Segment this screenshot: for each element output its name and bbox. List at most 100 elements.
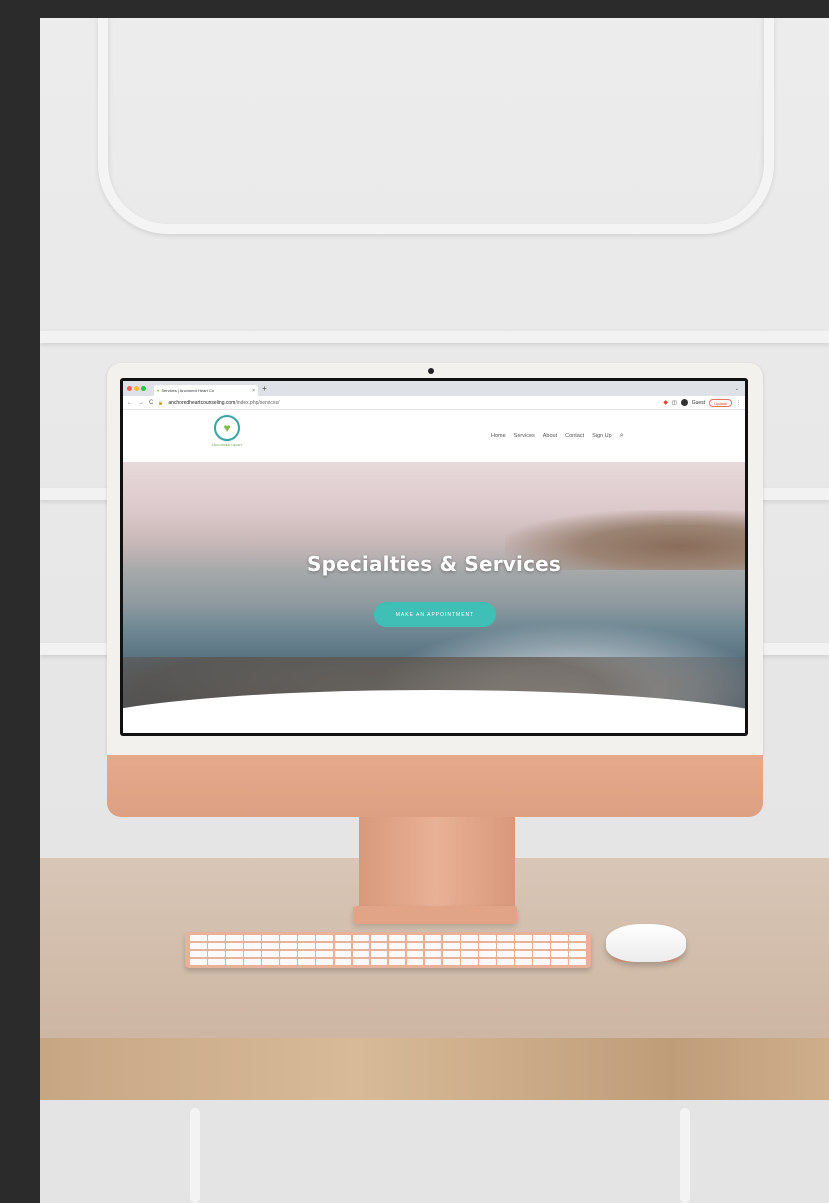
keyboard-key — [461, 958, 478, 965]
keyboard-key — [461, 935, 478, 942]
keyboard-key — [352, 942, 370, 950]
keyboard-key — [298, 958, 315, 965]
imac-stand-foot — [353, 906, 517, 924]
keyboard-key — [551, 942, 568, 950]
keyboard-key — [226, 935, 243, 942]
site-nav: Home Services About Contact Sign Up ⌕ — [491, 432, 624, 440]
keyboard-key — [244, 950, 261, 958]
nav-contact[interactable]: Contact — [565, 433, 584, 439]
more-menu-icon[interactable]: ⋮ — [736, 400, 741, 406]
keyboard-key — [262, 935, 279, 942]
keyboard-key — [442, 958, 460, 965]
keyboard-key — [280, 950, 297, 958]
reload-icon[interactable]: C — [149, 400, 153, 406]
search-icon[interactable]: ⌕ — [620, 432, 624, 440]
keyboard-key — [479, 950, 496, 958]
keyboard-key — [551, 950, 568, 958]
keyboard — [185, 932, 591, 968]
keyboard-key — [533, 950, 550, 958]
logo-text: ANCHORED HEART — [211, 443, 243, 447]
imac-screen: ♥ Services | Anchored Heart Co × + ⌄ ← →… — [120, 378, 748, 736]
keyboard-key — [461, 942, 478, 950]
keyboard-key — [262, 958, 279, 965]
keyboard-key — [442, 950, 460, 958]
forward-icon[interactable]: → — [138, 400, 144, 406]
keyboard-key — [515, 942, 532, 950]
keyboard-key — [388, 950, 406, 958]
desk-edge — [40, 1038, 829, 1100]
nav-sign-up[interactable]: Sign Up — [592, 433, 612, 439]
keyboard-key — [298, 950, 315, 958]
chair-leg — [680, 1108, 690, 1203]
profile-avatar-icon[interactable] — [680, 399, 688, 406]
keyboard-key — [190, 935, 207, 942]
keyboard-key — [190, 950, 207, 958]
heart-logo-icon: ♥ — [214, 415, 240, 441]
keyboard-key — [208, 958, 225, 965]
keyboard-key — [334, 950, 352, 958]
extension-icon[interactable]: ◆ — [663, 399, 668, 406]
wall-rail — [40, 331, 829, 343]
keyboard-key — [479, 935, 496, 942]
nav-home[interactable]: Home — [491, 433, 506, 439]
tab-services[interactable]: ♥ Services | Anchored Heart Co × — [154, 385, 258, 396]
keyboard-key — [316, 958, 334, 965]
keyboard-key — [208, 950, 225, 958]
keyboard-key — [479, 942, 496, 950]
keyboard-key — [424, 950, 442, 958]
chair-leg — [190, 1108, 200, 1203]
keyboard-key — [298, 935, 315, 942]
keyboard-key — [569, 950, 586, 958]
keyboard-key — [352, 935, 370, 942]
sidebar-icon[interactable]: ◫ — [672, 400, 677, 406]
imac-stand — [359, 817, 515, 909]
hero-section: Specialties & Services MAKE AN APPOINTME… — [123, 462, 745, 732]
new-tab-button[interactable]: + — [262, 384, 267, 393]
keyboard-keys — [190, 935, 586, 965]
wall-panel — [98, 18, 774, 234]
keyboard-key — [569, 958, 586, 965]
make-appointment-button[interactable]: MAKE AN APPOINTMENT — [374, 602, 496, 627]
lock-icon[interactable]: 🔒 — [158, 400, 163, 405]
guest-label[interactable]: Guest — [692, 400, 705, 406]
keyboard-key — [244, 935, 261, 942]
update-button[interactable]: Update — [709, 398, 732, 407]
keyboard-key — [316, 942, 334, 950]
keyboard-key — [406, 942, 424, 950]
site-header: ♥ ANCHORED HEART Home Services About Con… — [123, 410, 745, 462]
keyboard-key — [316, 950, 334, 958]
keyboard-key — [190, 958, 207, 965]
toolbar-right: ◆ ◫ Guest Update ⋮ — [663, 398, 741, 407]
keyboard-key — [352, 958, 370, 965]
keyboard-key — [208, 942, 225, 950]
keyboard-key — [244, 942, 261, 950]
keyboard-key — [533, 935, 550, 942]
keyboard-key — [497, 950, 514, 958]
keyboard-key — [388, 958, 406, 965]
url-field[interactable]: anchoredheartcounseling.com/index.php/se… — [168, 400, 279, 406]
address-bar: ← → C 🔒 anchoredheartcounseling.com/inde… — [123, 396, 745, 410]
browser-window: ♥ Services | Anchored Heart Co × + ⌄ ← →… — [123, 381, 745, 733]
close-window-button[interactable] — [127, 386, 132, 391]
nav-services[interactable]: Services — [514, 433, 535, 439]
keyboard-key — [533, 958, 550, 965]
site-logo[interactable]: ♥ ANCHORED HEART — [209, 415, 245, 457]
hero-title: Specialties & Services — [306, 552, 562, 576]
keyboard-key — [370, 950, 388, 958]
tab-search-chevron-icon[interactable]: ⌄ — [735, 386, 739, 392]
minimize-window-button[interactable] — [134, 386, 139, 391]
close-tab-icon[interactable]: × — [252, 388, 255, 394]
keyboard-key — [442, 935, 460, 942]
maximize-window-button[interactable] — [141, 386, 146, 391]
keyboard-key — [406, 950, 424, 958]
keyboard-key — [497, 935, 514, 942]
keyboard-key — [442, 942, 460, 950]
nav-about[interactable]: About — [543, 433, 557, 439]
keyboard-key — [280, 958, 297, 965]
back-icon[interactable]: ← — [127, 400, 133, 406]
keyboard-key — [533, 942, 550, 950]
keyboard-key — [479, 958, 496, 965]
keyboard-key — [370, 942, 388, 950]
keyboard-key — [551, 958, 568, 965]
keyboard-key — [316, 935, 334, 942]
